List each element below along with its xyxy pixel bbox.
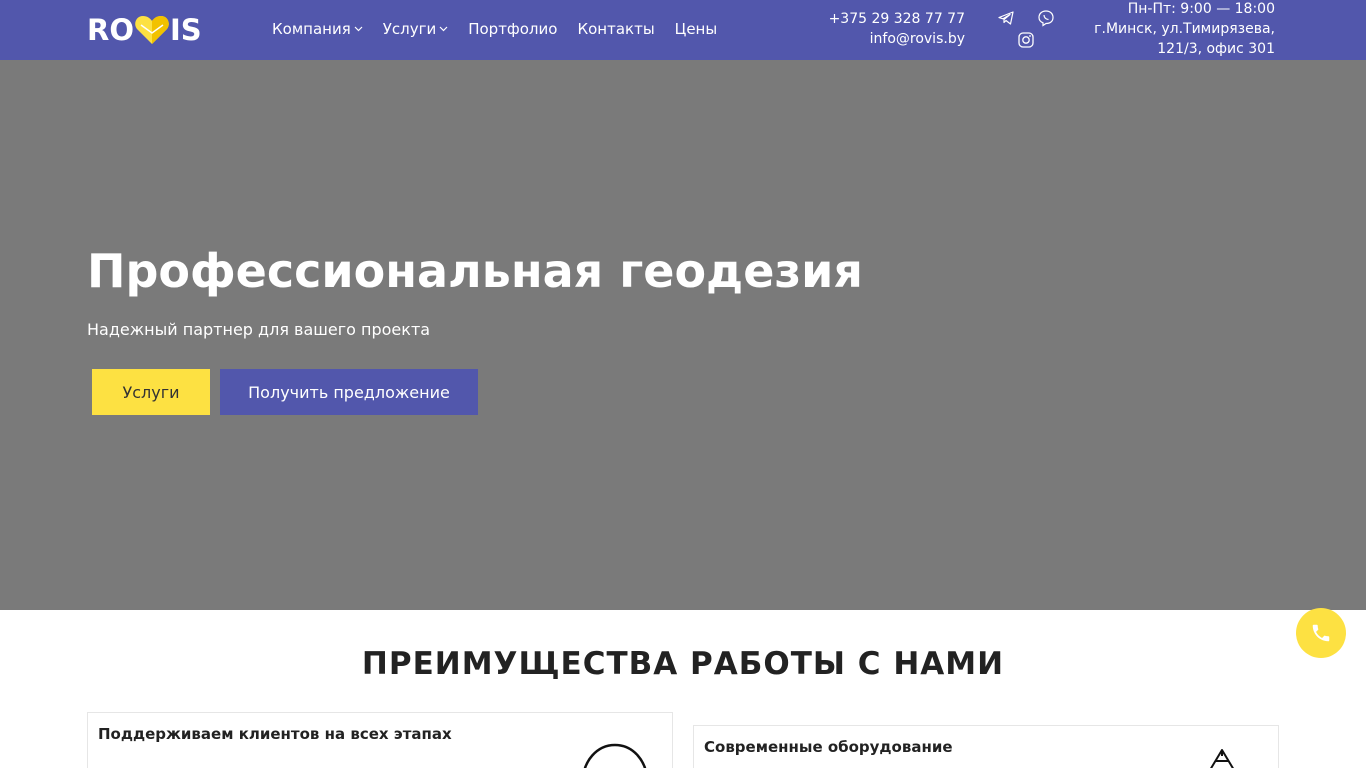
support-icon <box>583 743 647 768</box>
equipment-icon <box>1210 749 1234 768</box>
hero-subtitle: Надежный партнер для вашего проекта <box>87 320 431 339</box>
chevron-down-icon <box>439 26 448 32</box>
nav-item-label: Контакты <box>577 20 655 38</box>
nav-item-label: Цены <box>674 20 718 38</box>
advantage-card-title: Современные оборудование <box>704 738 953 756</box>
nav-item-label: Компания <box>272 20 351 38</box>
advantage-card-equipment: Современные оборудование <box>693 725 1279 768</box>
chevron-down-icon <box>354 26 363 32</box>
site-header: RO IS Компания Услуги Портфолио Контакты <box>0 0 1366 60</box>
hero-section: Профессиональная геодезия Надежный партн… <box>0 60 1366 610</box>
telegram-icon[interactable] <box>997 9 1015 27</box>
social-links <box>997 9 1057 53</box>
main-nav: Компания Услуги Портфолио Контакты Цены <box>272 19 737 39</box>
nav-item-services[interactable]: Услуги <box>383 19 448 39</box>
working-hours: Пн-Пт: 9:00 — 18:00 <box>1127 1 1275 17</box>
advantages-title: ПРЕИМУЩЕСТВА РАБОТЫ С НАМИ <box>361 646 1005 682</box>
email-link[interactable]: info@rovis.by <box>829 29 965 49</box>
advantage-card-title: Поддерживаем клиентов на всех этапах <box>98 725 452 743</box>
viber-icon[interactable] <box>1037 9 1055 27</box>
advantage-card-support: Поддерживаем клиентов на всех этапах <box>87 712 673 768</box>
address-line-1: г.Минск, ул.Тимирязева, <box>1094 21 1275 37</box>
site-logo[interactable]: RO IS <box>87 13 202 47</box>
header-contacts: +375 29 328 77 77 info@rovis.by <box>829 9 965 49</box>
get-offer-button[interactable]: Получить предложение <box>220 369 478 415</box>
nav-item-prices[interactable]: Цены <box>675 19 718 39</box>
nav-item-label: Портфолио <box>468 20 558 38</box>
header-hours-address: Пн-Пт: 9:00 — 18:00 г.Минск, ул.Тимирязе… <box>1094 0 1275 59</box>
hero-title: Профессиональная геодезия <box>87 244 863 298</box>
phone-link[interactable]: +375 29 328 77 77 <box>829 9 965 29</box>
floating-call-button[interactable] <box>1296 608 1346 658</box>
nav-item-company[interactable]: Компания <box>272 19 363 39</box>
logo-heart-icon <box>135 16 169 44</box>
phone-icon <box>1312 624 1330 642</box>
logo-text-right: IS <box>169 13 202 47</box>
logo-text-left: RO <box>87 13 134 47</box>
nav-item-label: Услуги <box>382 20 437 38</box>
nav-item-portfolio[interactable]: Портфолио <box>468 19 557 39</box>
instagram-icon[interactable] <box>1017 31 1035 49</box>
nav-item-contacts[interactable]: Контакты <box>577 19 654 39</box>
services-button[interactable]: Услуги <box>92 369 210 415</box>
address-line-2: 121/3, офис 301 <box>1157 41 1275 57</box>
